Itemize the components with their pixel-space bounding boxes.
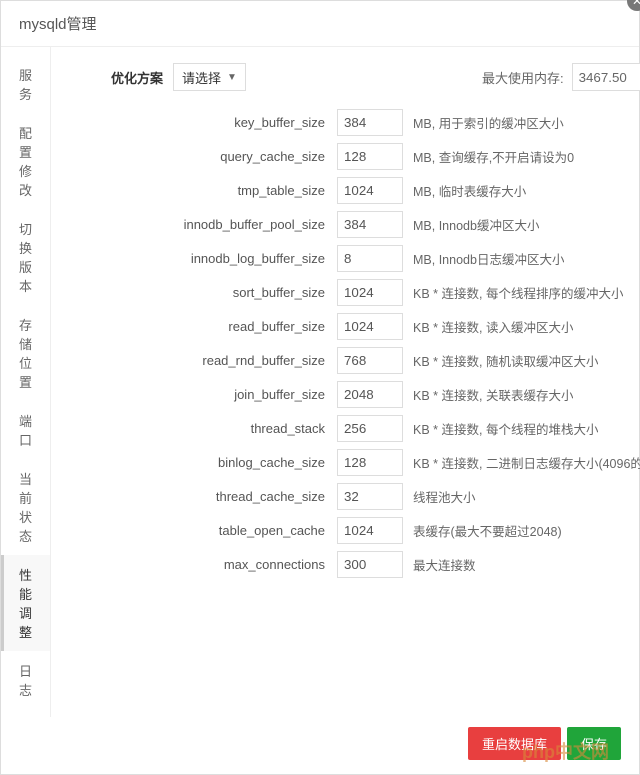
param-row: sort_buffer_size KB * 连接数, 每个线程排序的缓冲大小 xyxy=(51,279,640,306)
sidebar-item-2[interactable]: 切换版本 xyxy=(1,209,50,305)
param-desc: KB * 连接数, 读入缓冲区大小 xyxy=(413,317,573,336)
sidebar-item-6[interactable]: 性能调整 xyxy=(1,555,50,651)
param-input[interactable] xyxy=(337,551,403,578)
param-desc: MB, 用于索引的缓冲区大小 xyxy=(413,113,564,132)
sidebar: 服务配置修改切换版本存储位置端口当前状态性能调整日志 xyxy=(1,47,51,717)
scheme-value: 请选择 xyxy=(182,68,221,87)
sidebar-item-1[interactable]: 配置修改 xyxy=(1,113,50,209)
param-key: tmp_table_size xyxy=(51,183,337,198)
param-input[interactable] xyxy=(337,109,403,136)
param-key: max_connections xyxy=(51,557,337,572)
param-row: table_open_cache 表缓存(最大不要超过2048) xyxy=(51,517,640,544)
param-input[interactable] xyxy=(337,313,403,340)
param-input[interactable] xyxy=(337,211,403,238)
param-row: innodb_buffer_pool_size MB, Innodb缓冲区大小 xyxy=(51,211,640,238)
param-key: table_open_cache xyxy=(51,523,337,538)
param-desc: 表缓存(最大不要超过2048) xyxy=(413,521,562,540)
param-key: sort_buffer_size xyxy=(51,285,337,300)
param-row: tmp_table_size MB, 临时表缓存大小 xyxy=(51,177,640,204)
param-input[interactable] xyxy=(337,449,403,476)
param-input[interactable] xyxy=(337,483,403,510)
scheme-select[interactable]: 请选择 ▼ xyxy=(173,63,246,91)
param-row: read_rnd_buffer_size KB * 连接数, 随机读取缓冲区大小 xyxy=(51,347,640,374)
param-row: thread_stack KB * 连接数, 每个线程的堆栈大小 xyxy=(51,415,640,442)
sidebar-item-7[interactable]: 日志 xyxy=(1,651,50,709)
sidebar-item-5[interactable]: 当前状态 xyxy=(1,459,50,555)
param-row: thread_cache_size 线程池大小 xyxy=(51,483,640,510)
param-desc: MB, Innodb缓冲区大小 xyxy=(413,215,539,234)
param-input[interactable] xyxy=(337,415,403,442)
restart-button[interactable]: 重启数据库 xyxy=(468,727,561,760)
param-desc: KB * 连接数, 随机读取缓冲区大小 xyxy=(413,351,598,370)
scheme-label: 优化方案 xyxy=(111,68,163,87)
max-mem-label: 最大使用内存: xyxy=(482,68,564,87)
chevron-down-icon: ▼ xyxy=(227,72,237,83)
param-desc: KB * 连接数, 每个线程的堆栈大小 xyxy=(413,419,598,438)
max-mem-input[interactable] xyxy=(572,63,640,91)
param-row: binlog_cache_size KB * 连接数, 二进制日志缓存大小(409… xyxy=(51,449,640,476)
param-row: query_cache_size MB, 查询缓存,不开启请设为0 xyxy=(51,143,640,170)
param-key: read_buffer_size xyxy=(51,319,337,334)
param-input[interactable] xyxy=(337,245,403,272)
param-desc: MB, 查询缓存,不开启请设为0 xyxy=(413,147,574,166)
param-key: thread_cache_size xyxy=(51,489,337,504)
param-desc: KB * 连接数, 二进制日志缓存大小(4096的倍数) xyxy=(413,453,640,472)
param-key: join_buffer_size xyxy=(51,387,337,402)
param-input[interactable] xyxy=(337,177,403,204)
param-row: innodb_log_buffer_size MB, Innodb日志缓冲区大小 xyxy=(51,245,640,272)
param-key: binlog_cache_size xyxy=(51,455,337,470)
sidebar-item-4[interactable]: 端口 xyxy=(1,401,50,459)
param-row: max_connections 最大连接数 xyxy=(51,551,640,578)
param-input[interactable] xyxy=(337,517,403,544)
param-key: innodb_buffer_pool_size xyxy=(51,217,337,232)
param-key: read_rnd_buffer_size xyxy=(51,353,337,368)
param-desc: 线程池大小 xyxy=(413,487,476,506)
param-row: key_buffer_size MB, 用于索引的缓冲区大小 xyxy=(51,109,640,136)
sidebar-item-0[interactable]: 服务 xyxy=(1,55,50,113)
param-desc: MB, 临时表缓存大小 xyxy=(413,181,526,200)
param-input[interactable] xyxy=(337,381,403,408)
param-input[interactable] xyxy=(337,143,403,170)
param-desc: KB * 连接数, 关联表缓存大小 xyxy=(413,385,573,404)
param-input[interactable] xyxy=(337,279,403,306)
param-desc: MB, Innodb日志缓冲区大小 xyxy=(413,249,564,268)
param-key: innodb_log_buffer_size xyxy=(51,251,337,266)
param-row: join_buffer_size KB * 连接数, 关联表缓存大小 xyxy=(51,381,640,408)
param-input[interactable] xyxy=(337,347,403,374)
save-button[interactable]: 保存 xyxy=(567,727,621,760)
param-desc: KB * 连接数, 每个线程排序的缓冲大小 xyxy=(413,283,623,302)
sidebar-item-3[interactable]: 存储位置 xyxy=(1,305,50,401)
param-key: thread_stack xyxy=(51,421,337,436)
modal-title: mysqld管理 xyxy=(1,1,639,47)
param-desc: 最大连接数 xyxy=(413,555,476,574)
param-key: query_cache_size xyxy=(51,149,337,164)
param-row: read_buffer_size KB * 连接数, 读入缓冲区大小 xyxy=(51,313,640,340)
param-key: key_buffer_size xyxy=(51,115,337,130)
